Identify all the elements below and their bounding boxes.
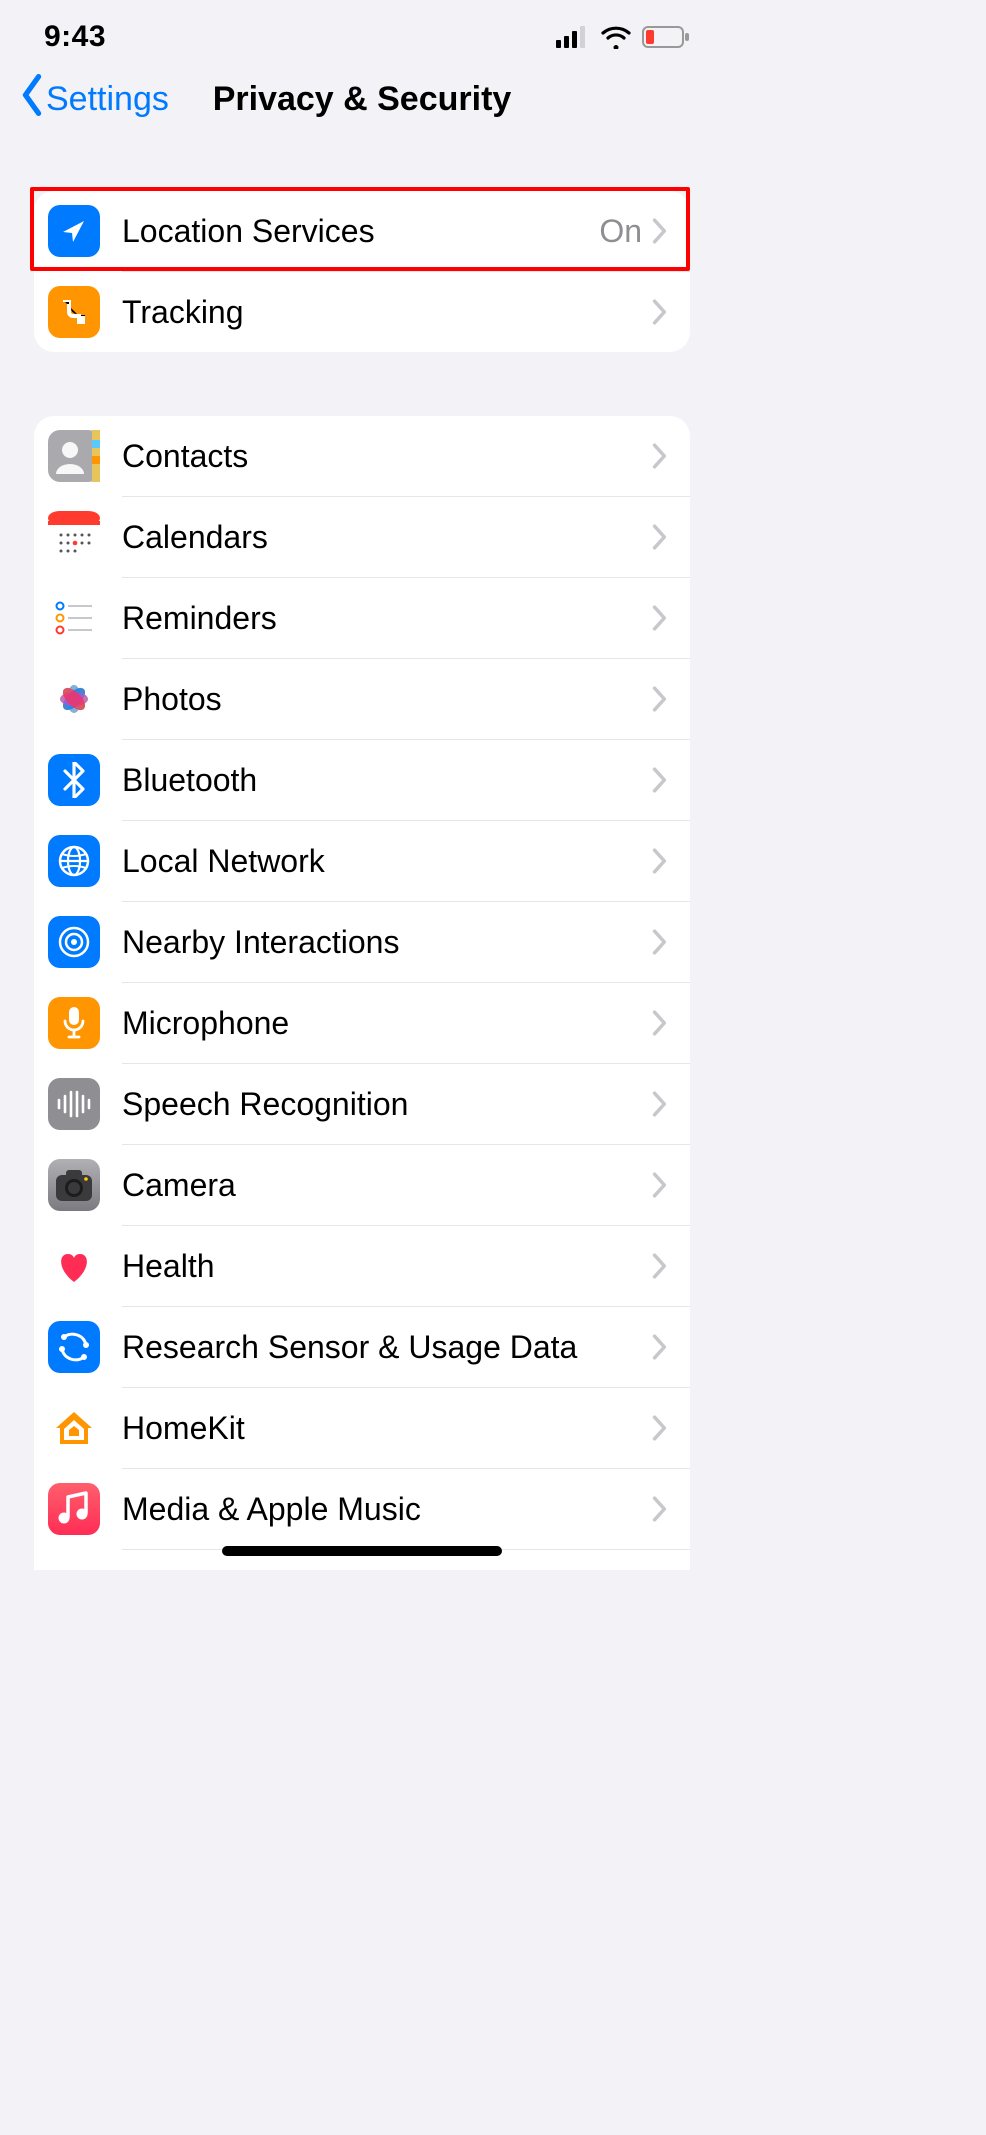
chevron-right-icon <box>652 1415 668 1441</box>
status-bar: 9:43 <box>0 0 724 62</box>
back-label: Settings <box>46 80 169 119</box>
chevron-right-icon <box>652 1334 668 1360</box>
reminders-icon <box>48 592 100 644</box>
chevron-right-icon <box>652 929 668 955</box>
row-label: Tracking <box>122 294 652 331</box>
settings-row-photos[interactable]: Photos <box>34 659 690 739</box>
row-label: HomeKit <box>122 1410 652 1447</box>
settings-row-camera[interactable]: Camera <box>34 1145 690 1225</box>
row-label: Location Services <box>122 213 599 250</box>
settings-row-calendars[interactable]: Calendars <box>34 497 690 577</box>
row-label: Media & Apple Music <box>122 1491 652 1528</box>
phone-screen: 9:43 <box>0 0 724 1570</box>
settings-row-nearby-interactions[interactable]: Nearby Interactions <box>34 902 690 982</box>
settings-row-microphone[interactable]: Microphone <box>34 983 690 1063</box>
row-label: Reminders <box>122 600 652 637</box>
row-value: On <box>599 213 642 250</box>
chevron-right-icon <box>652 686 668 712</box>
chevron-right-icon <box>652 1496 668 1522</box>
settings-row-research-sensor-usage-data[interactable]: Research Sensor & Usage Data <box>34 1307 690 1387</box>
chevron-right-icon <box>652 1091 668 1117</box>
files-icon <box>48 1564 100 1570</box>
settings-row-speech-recognition[interactable]: Speech Recognition <box>34 1064 690 1144</box>
row-label: Calendars <box>122 519 652 556</box>
settings-row-reminders[interactable]: Reminders <box>34 578 690 658</box>
calendars-icon <box>48 511 100 563</box>
camera-icon <box>48 1159 100 1211</box>
home-indicator[interactable] <box>222 1546 502 1556</box>
chevron-right-icon <box>652 299 668 325</box>
chevron-right-icon <box>652 1172 668 1198</box>
nearby-icon <box>48 916 100 968</box>
settings-row-local-network[interactable]: Local Network <box>34 821 690 901</box>
health-icon <box>48 1240 100 1292</box>
chevron-left-icon <box>18 74 46 125</box>
section-location-tracking: Location ServicesOn Tracking <box>34 191 690 352</box>
page-title: Privacy & Security <box>213 80 512 119</box>
row-label: Speech Recognition <box>122 1086 652 1123</box>
chevron-right-icon <box>652 605 668 631</box>
microphone-icon <box>48 997 100 1049</box>
contacts-icon <box>48 430 100 482</box>
row-label: Health <box>122 1248 652 1285</box>
back-button[interactable]: Settings <box>18 74 169 125</box>
wifi-icon <box>600 25 632 49</box>
settings-row-tracking[interactable]: Tracking <box>34 272 690 352</box>
settings-row-homekit[interactable]: HomeKit <box>34 1388 690 1468</box>
row-label: Microphone <box>122 1005 652 1042</box>
status-indicators <box>556 25 690 49</box>
row-label: Bluetooth <box>122 762 652 799</box>
photos-icon <box>48 673 100 725</box>
chevron-right-icon <box>652 1253 668 1279</box>
homekit-icon <box>48 1402 100 1454</box>
battery-low-icon <box>642 25 690 49</box>
chevron-right-icon <box>652 1010 668 1036</box>
bluetooth-icon <box>48 754 100 806</box>
row-label: Research Sensor & Usage Data <box>122 1329 652 1366</box>
row-label: Nearby Interactions <box>122 924 652 961</box>
chevron-right-icon <box>652 443 668 469</box>
cellular-icon <box>556 26 590 48</box>
globe-icon <box>48 835 100 887</box>
chevron-right-icon <box>652 767 668 793</box>
row-label: Local Network <box>122 843 652 880</box>
status-time: 9:43 <box>44 20 106 54</box>
research-icon <box>48 1321 100 1373</box>
waveform-icon <box>48 1078 100 1130</box>
settings-row-contacts[interactable]: Contacts <box>34 416 690 496</box>
chevron-right-icon <box>652 848 668 874</box>
row-label: Photos <box>122 681 652 718</box>
settings-row-bluetooth[interactable]: Bluetooth <box>34 740 690 820</box>
music-icon <box>48 1483 100 1535</box>
row-label: Contacts <box>122 438 652 475</box>
nav-header: Settings Privacy & Security <box>0 62 724 141</box>
row-label: Camera <box>122 1167 652 1204</box>
location-arrow-icon <box>48 205 100 257</box>
tracking-icon <box>48 286 100 338</box>
settings-row-media-apple-music[interactable]: Media & Apple Music <box>34 1469 690 1549</box>
section-app-permissions: Contacts Calendars Reminders Photos Bluetoot… <box>34 416 690 1570</box>
chevron-right-icon <box>652 218 668 244</box>
chevron-right-icon <box>652 524 668 550</box>
settings-row-location-services[interactable]: Location ServicesOn <box>34 191 690 271</box>
settings-row-health[interactable]: Health <box>34 1226 690 1306</box>
